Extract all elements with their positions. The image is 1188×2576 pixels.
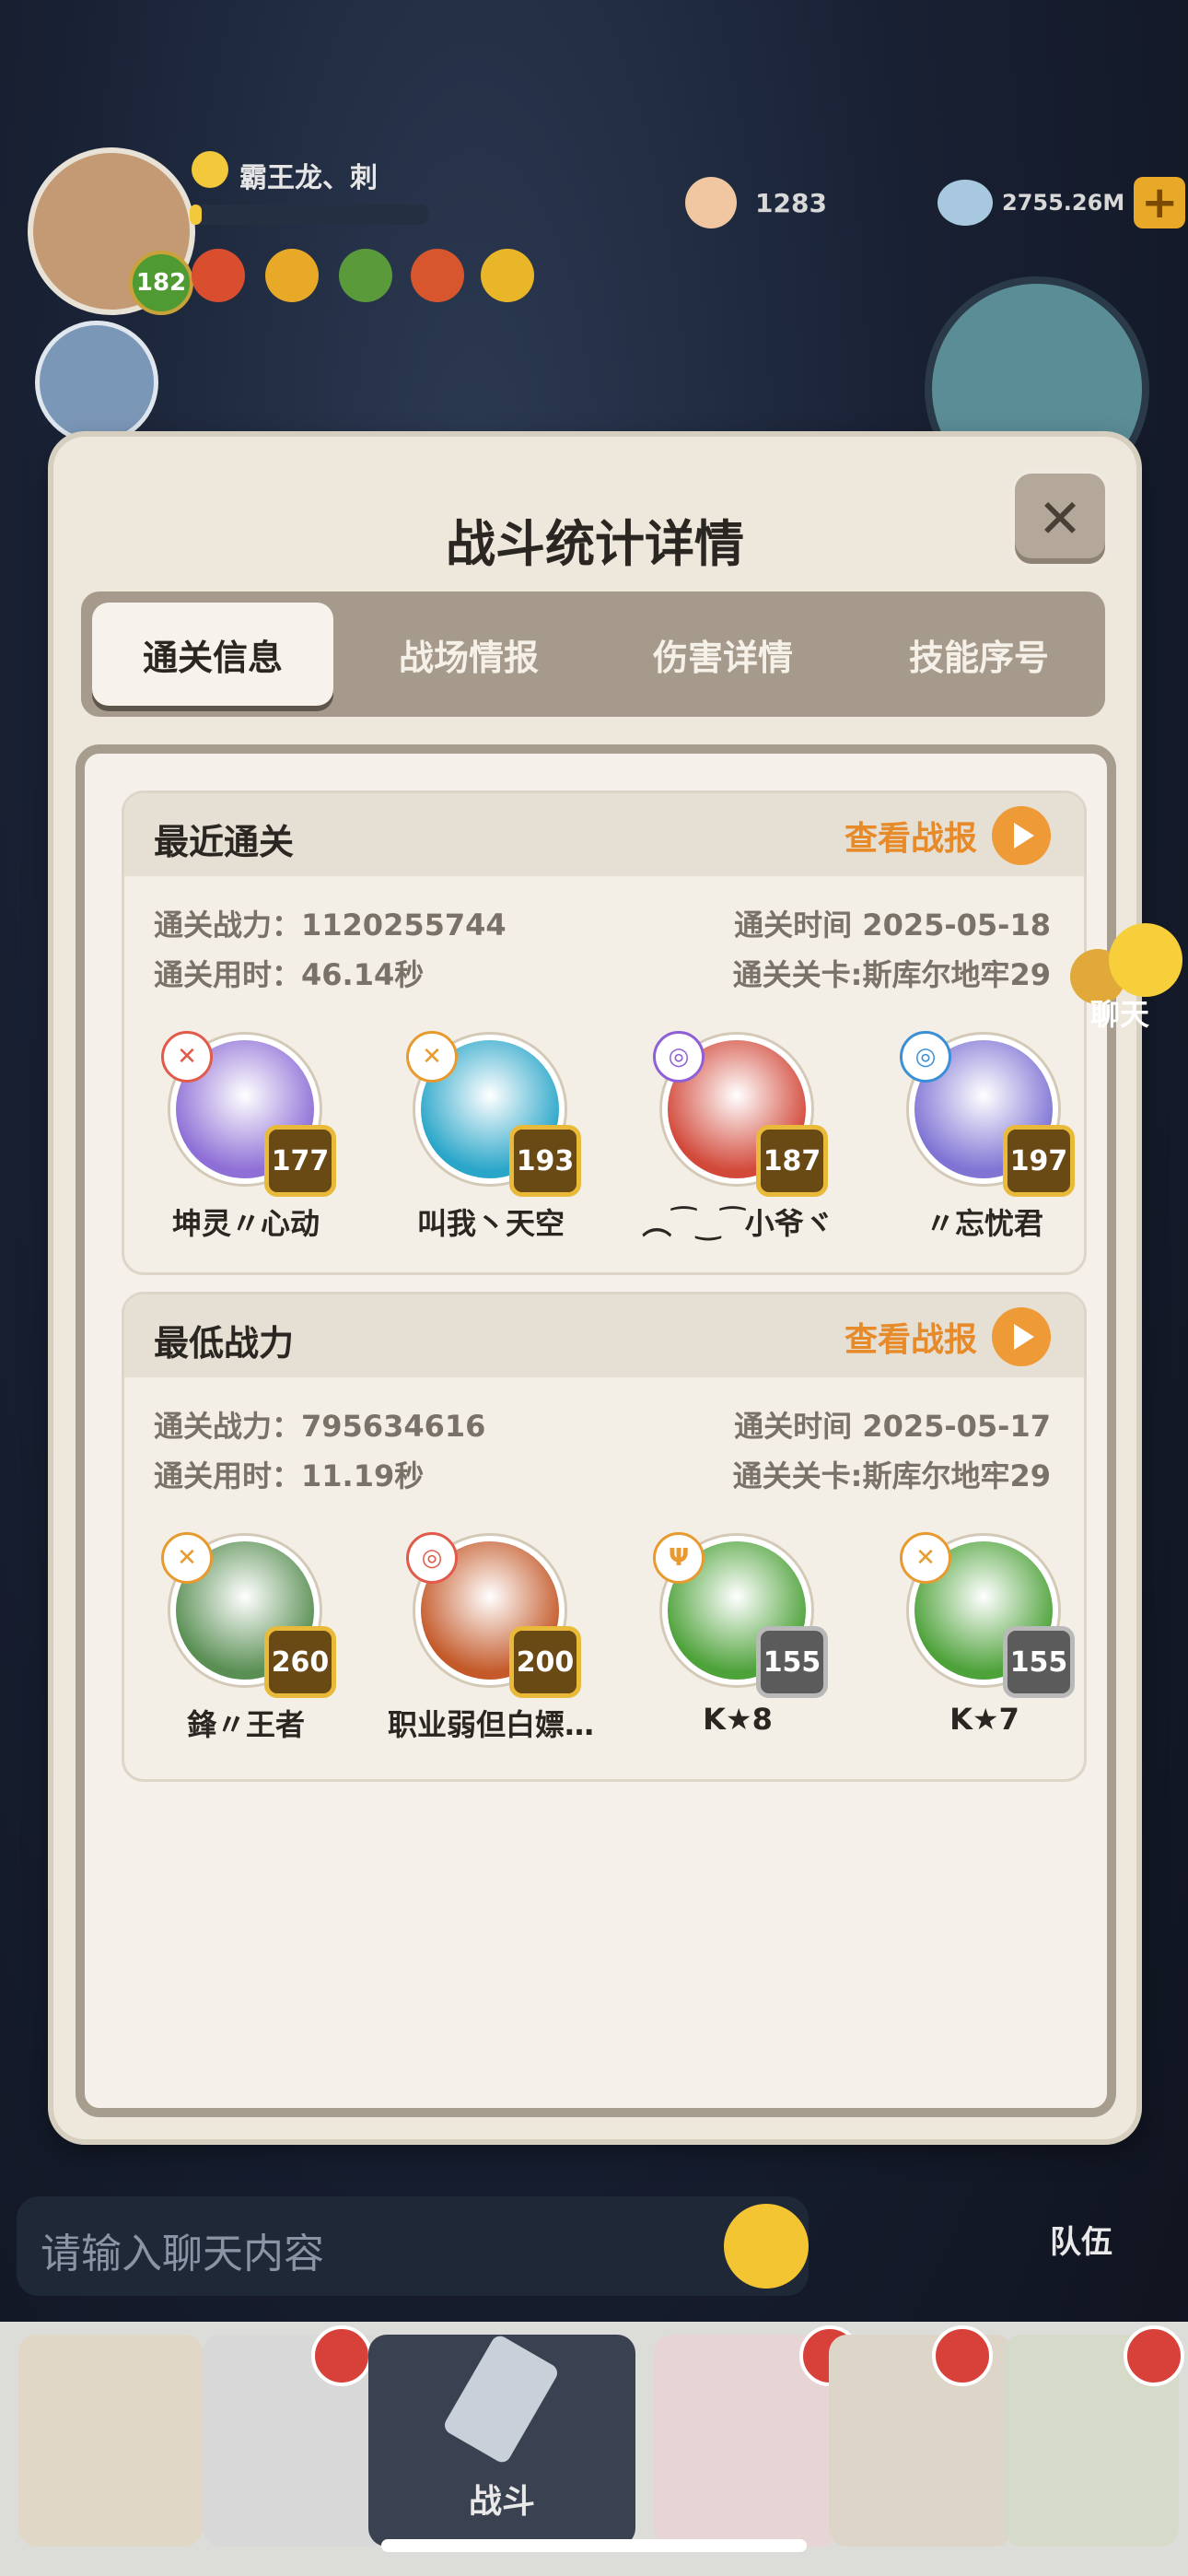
chat-label[interactable]: 聊天 (1090, 991, 1149, 1034)
hero-level-badge: 177 (264, 1125, 336, 1197)
player-name: 霸王龙、刺 (239, 162, 378, 194)
element-icon: ◎ (653, 1031, 705, 1083)
buff-icon[interactable] (192, 249, 245, 302)
team-label[interactable]: 队伍 (1050, 2217, 1112, 2262)
crown-icon[interactable] (481, 249, 534, 302)
hero-level-badge: 197 (1003, 1125, 1075, 1197)
section-title: 最低战力 (154, 1323, 295, 1364)
emoji-button[interactable] (724, 2204, 809, 2289)
tab-bar: 通关信息 战场情报 伤害详情 技能序号 (81, 591, 1105, 717)
hero-level-badge: 260 (264, 1626, 336, 1698)
view-report-button[interactable]: 查看战报 (844, 1307, 1051, 1366)
hero-level-badge: 193 (509, 1125, 581, 1197)
play-icon (992, 1307, 1051, 1366)
exp-bar-fill (190, 205, 202, 225)
friend-avatar[interactable] (35, 321, 158, 444)
chat-placeholder: 请输入聊天内容 (41, 2231, 324, 2277)
hero-level-badge: 187 (756, 1125, 828, 1197)
element-icon: ✕ (161, 1532, 213, 1584)
player-level-badge: 182 (129, 251, 193, 315)
content-panel: 最近通关 查看战报 通关战力：1120255744 通关用时：46.14秒 通关… (76, 744, 1116, 2117)
tab-battlefield-intel[interactable]: 战场情报 (348, 603, 589, 706)
gem-resource: 2755.26M + (938, 175, 1186, 230)
buff-icon[interactable] (411, 249, 464, 302)
coin-resource: 1283 (685, 175, 827, 230)
nav-item-battle[interactable]: 战斗 (368, 2333, 635, 2547)
view-report-label: 查看战报 (844, 820, 977, 858)
lowest-power-section: 最低战力 查看战报 通关战力：795634616 通关用时：11.19秒 通关时… (122, 1292, 1087, 1782)
clear-time-used: 通关用时：11.19秒 (154, 1458, 425, 1493)
hero-level-badge: 155 (1003, 1626, 1075, 1698)
tab-skill-order[interactable]: 技能序号 (858, 603, 1100, 706)
gem-count: 2755.26M (1002, 190, 1125, 216)
section-header: 最低战力 查看战报 (124, 1294, 1084, 1377)
element-icon: ✕ (900, 1532, 951, 1584)
hero-name: ︵⁀‿⁀小爷ヾ (642, 1206, 833, 1241)
clear-stage: 通关关卡:斯库尔地牢29 (732, 957, 1051, 992)
section-title: 最近通关 (154, 822, 295, 862)
home-indicator (381, 2539, 807, 2552)
dialog-title: 战斗统计详情 (446, 515, 744, 573)
buff-icon[interactable] (339, 249, 392, 302)
hero-name: K★7 (949, 1702, 1019, 1737)
exp-bar (190, 205, 429, 225)
hero-name: 职业弱但白嫖… (387, 1707, 594, 1742)
bottom-navigation: 战斗 (0, 2322, 1188, 2576)
coin-icon (685, 177, 737, 228)
hero-name: 鋒〃王者 (186, 1707, 305, 1742)
clear-date: 通关时间 2025-05-18 (734, 907, 1051, 943)
hero-level-badge: 200 (509, 1626, 581, 1698)
element-icon: ◎ (406, 1532, 458, 1584)
buff-icon[interactable] (265, 249, 319, 302)
clear-power: 通关战力：1120255744 (154, 907, 507, 943)
notification-bell-icon (1124, 2325, 1184, 2386)
element-icon: Ψ (653, 1532, 705, 1584)
recent-clear-section: 最近通关 查看战报 通关战力：1120255744 通关用时：46.14秒 通关… (122, 790, 1087, 1275)
notification-bell-icon (932, 2325, 993, 2386)
close-button[interactable]: ✕ (1011, 470, 1109, 568)
battle-stats-dialog: 战斗统计详情 ✕ 通关信息 战场情报 伤害详情 技能序号 最近通关 查看战报 通… (53, 437, 1136, 2139)
view-report-label: 查看战报 (844, 1321, 977, 1359)
view-report-button[interactable]: 查看战报 (844, 806, 1051, 865)
section-header: 最近通关 查看战报 (124, 793, 1084, 876)
clear-date: 通关时间 2025-05-17 (734, 1409, 1051, 1444)
tab-clear-info[interactable]: 通关信息 (92, 603, 333, 706)
clear-stage: 通关关卡:斯库尔地牢29 (732, 1458, 1051, 1493)
notification-bell-icon (311, 2325, 372, 2386)
hero-name: 〃忘忧君 (925, 1206, 1043, 1241)
add-gems-button[interactable]: + (1134, 177, 1186, 228)
clear-power: 通关战力：795634616 (154, 1409, 486, 1444)
hero-name: 坤灵〃心动 (171, 1206, 320, 1241)
coin-count: 1283 (755, 187, 827, 218)
nav-item-hero[interactable] (18, 2335, 203, 2547)
chat-emoji-icon[interactable] (1109, 923, 1182, 997)
gem-icon (938, 180, 993, 226)
play-icon (992, 806, 1051, 865)
close-icon: ✕ (1037, 487, 1083, 550)
element-icon: ✕ (406, 1031, 458, 1083)
clear-time-used: 通关用时：46.14秒 (154, 957, 425, 992)
nav-battle-label: 战斗 (468, 2483, 535, 2521)
hero-level-badge: 155 (756, 1626, 828, 1698)
tab-damage-details[interactable]: 伤害详情 (602, 603, 844, 706)
element-icon: ✕ (161, 1031, 213, 1083)
sword-icon (441, 2333, 561, 2465)
emote-icon (192, 151, 228, 188)
hero-name: 叫我丶天空 (416, 1206, 565, 1241)
hero-name: K★8 (703, 1702, 773, 1737)
element-icon: ◎ (900, 1031, 951, 1083)
